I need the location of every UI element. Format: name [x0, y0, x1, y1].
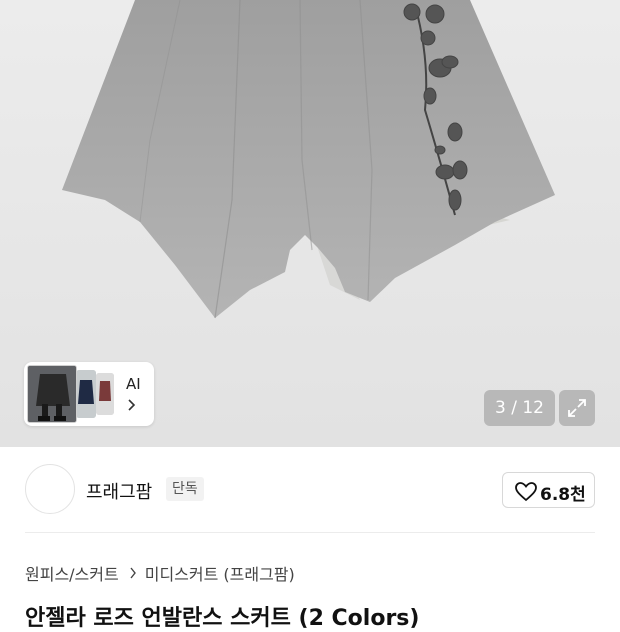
expand-image-button[interactable]: [559, 390, 595, 426]
brand-row: 프래그팜 단독 6.8천: [0, 447, 620, 532]
divider: [25, 532, 595, 533]
brand-logo[interactable]: [25, 464, 75, 514]
breadcrumb-subcategory[interactable]: 미디스커트 (프래그팜): [145, 565, 295, 584]
ai-thumbnail-2: [76, 370, 96, 418]
product-title: 안젤라 로즈 언발란스 스커트 (2 Colors): [25, 606, 420, 631]
ai-recommendation-card[interactable]: AI: [24, 362, 154, 426]
image-counter: 3 / 12: [484, 390, 555, 426]
chevron-right-icon: [130, 567, 136, 579]
ai-thumbnail-1: [27, 365, 77, 423]
like-button[interactable]: 6.8천: [502, 472, 595, 508]
like-count: 6.8천: [540, 485, 586, 505]
expand-icon: [568, 399, 586, 417]
ai-label: AI: [126, 375, 141, 393]
breadcrumb: 원피스/스커트 미디스커트 (프래그팜): [25, 561, 295, 585]
ai-thumbnail-3: [96, 373, 114, 415]
heart-icon: [515, 482, 537, 502]
breadcrumb-category[interactable]: 원피스/스커트: [25, 565, 119, 584]
product-image-gallery[interactable]: AI 3 / 12: [0, 0, 620, 447]
chevron-right-icon: [128, 399, 136, 411]
exclusive-badge: 단독: [166, 477, 204, 501]
brand-name[interactable]: 프래그팜: [86, 478, 152, 504]
